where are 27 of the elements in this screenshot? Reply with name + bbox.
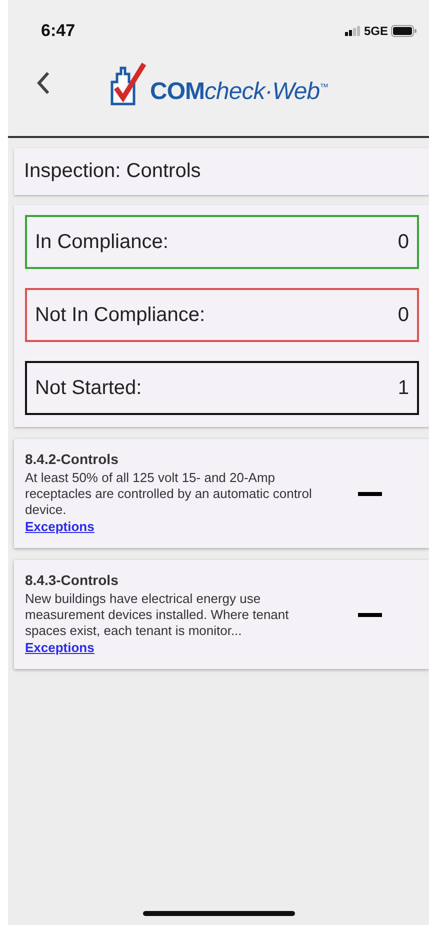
- summary-count: 0: [398, 304, 409, 326]
- requirement-card[interactable]: 8.4.3-Controls New buildings have electrical energy use measurement devices installed. Where tenant spaces exist, each tenant is monitor... Exceptions: [14, 560, 429, 669]
- summary-box[interactable]: In Compliance: 0: [25, 215, 419, 269]
- exceptions-link[interactable]: Exceptions: [25, 640, 94, 655]
- building-check-icon: [110, 60, 148, 106]
- requirement-title: 8.4.3-Controls: [25, 572, 120, 588]
- summary-label: Not Started:: [35, 376, 142, 400]
- status-time: 6:47: [41, 21, 76, 41]
- page-title: Inspection: Controls: [14, 148, 429, 195]
- dash-icon: [358, 612, 382, 616]
- summary-count: 1: [398, 376, 409, 400]
- battery-icon: [391, 25, 417, 37]
- summary-box[interactable]: Not Started: 1: [25, 361, 419, 415]
- network-label: 5GE: [364, 24, 388, 38]
- exceptions-link[interactable]: Exceptions: [25, 519, 94, 534]
- summary-label: In Compliance:: [35, 230, 168, 254]
- summary-box[interactable]: Not In Compliance: 0: [25, 288, 419, 342]
- signal-icon: [344, 26, 361, 36]
- dash-icon: [358, 492, 382, 496]
- requirement-card[interactable]: 8.4.2-Controls At least 50% of all 125 volt 15- and 20-Amp receptacles are controlled by an automatic control device. Exceptions: [14, 439, 429, 548]
- requirement-description: New buildings have electrical energy use measurement devices installed. Where tenant spaces exist, each tenant is monitor...: [25, 591, 290, 639]
- summary-count: 0: [398, 230, 409, 254]
- requirement-title: 8.4.2-Controls: [25, 451, 120, 467]
- logo-text: COMcheck·Web$^{™}$: [150, 78, 328, 106]
- back-icon[interactable]: [36, 71, 50, 95]
- requirement-description: At least 50% of all 125 volt 15- and 20-Amp receptacles are controlled by an automatic control device.: [25, 470, 313, 518]
- summary-label: Not In Compliance:: [35, 304, 206, 326]
